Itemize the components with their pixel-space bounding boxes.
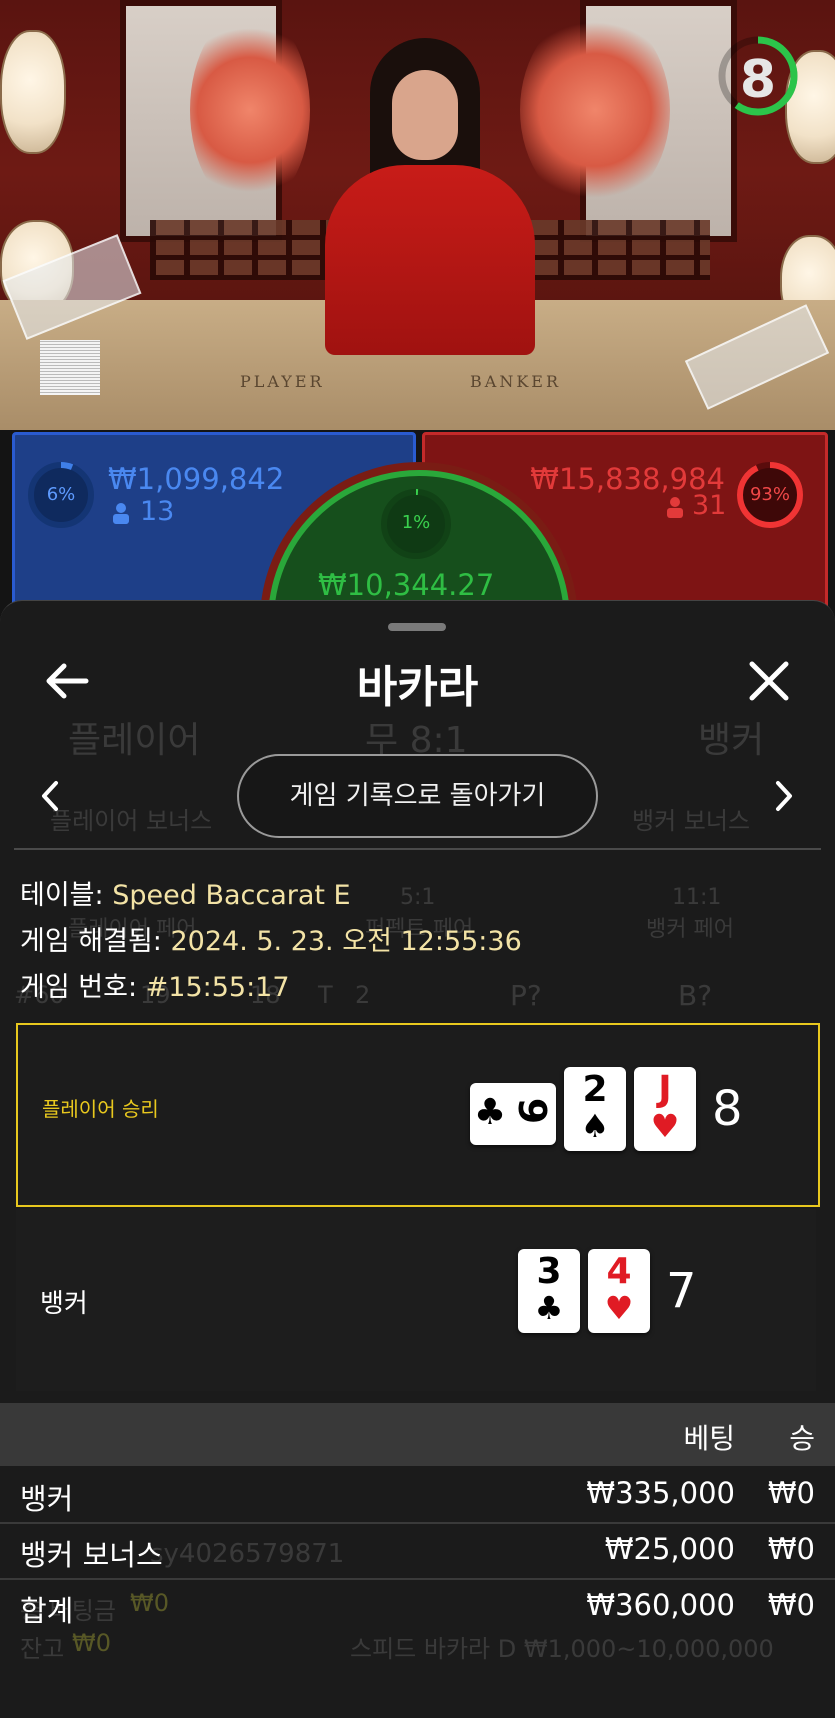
table-banker-text: BANKER	[470, 372, 561, 391]
game-number-value: #15:55:17	[145, 972, 290, 1003]
card-suit: ♥	[604, 1289, 634, 1327]
ghost-balance-label: 잔고	[20, 1635, 65, 1663]
banker-percent: 93%	[749, 484, 790, 505]
resolved-value: 2024. 5. 23. 오전 12:55:36	[170, 926, 522, 957]
win-amount: ₩0	[767, 1588, 815, 1622]
player-percent: 6%	[46, 484, 76, 505]
bet-column-header: 베팅	[683, 1422, 735, 1455]
ghost-table-limit: 스피드 바카라 D ₩1,000~10,000,000	[350, 1635, 774, 1663]
bet-amount: ₩360,000	[586, 1588, 735, 1622]
bet-name: 합계	[20, 1594, 74, 1628]
divider	[14, 848, 821, 850]
card-suit: ♣	[473, 1092, 507, 1133]
banker-card-1: 3 ♣	[518, 1249, 580, 1333]
dealer-face	[392, 70, 458, 160]
card-rank: 2	[582, 1069, 608, 1110]
card-rank: 3	[536, 1251, 562, 1292]
ghost-t-label: T	[318, 981, 333, 1009]
ghost-player: 플레이어	[68, 720, 201, 761]
player-card-1: ♣ 9	[470, 1083, 556, 1145]
table-player-text: PLAYER	[240, 372, 325, 391]
ghost-player-bonus: 플레이어 보너스	[50, 807, 213, 835]
bet-amount: ₩335,000	[586, 1476, 735, 1510]
back-to-history-button[interactable]: 게임 기록으로 돌아가기	[237, 754, 598, 838]
player-bettor-count: 13	[140, 496, 175, 527]
chevron-right-icon[interactable]	[768, 771, 802, 821]
bet-name: 뱅커 보너스	[20, 1538, 163, 1572]
tie-percent: 1%	[401, 512, 431, 533]
ghost-p-predict: P?	[510, 979, 542, 1012]
table-label: 테이블:	[20, 880, 104, 911]
ghost-banker-pair: 뱅커 페어	[646, 917, 734, 942]
card-rank: J	[658, 1069, 672, 1110]
bet-amount: ₩25,000	[604, 1532, 735, 1566]
ghost-banker-pair-odds: 11:1	[672, 885, 722, 910]
card-suit: ♠	[580, 1107, 610, 1145]
player-total-bet: ₩1,099,842	[108, 462, 285, 496]
countdown-value: 8	[739, 50, 777, 110]
resolved-info: 게임 해결됨: 2024. 5. 23. 오전 12:55:36	[20, 919, 522, 958]
player-result-label: 플레이어 승리	[42, 1097, 159, 1121]
bet-name: 뱅커	[20, 1482, 74, 1516]
chevron-left-icon[interactable]	[32, 771, 66, 821]
banker-hand-row: 뱅커 3 ♣ 4 ♥ 7	[16, 1209, 816, 1391]
dealer-body	[325, 165, 535, 355]
player-card-3: J ♥	[634, 1067, 696, 1151]
banker-score: 7	[666, 1263, 697, 1319]
game-number-label: 게임 번호:	[20, 972, 138, 1003]
banker-label: 뱅커	[40, 1289, 88, 1319]
ghost-perfect-odds: 5:1	[400, 885, 436, 910]
player-card-2: 2 ♠	[564, 1067, 626, 1151]
card-stack	[40, 340, 100, 395]
game-detail-sheet: 플레이어 무 8:1 뱅커 플레이어 보너스 뱅커 보너스 5:1 플레이어 페…	[0, 600, 835, 1718]
ghost-b-predict: B?	[678, 979, 713, 1012]
lantern-icon	[0, 30, 66, 154]
close-icon[interactable]	[740, 656, 798, 706]
person-icon	[667, 497, 683, 518]
game-number-info: 게임 번호: #15:55:17	[20, 965, 290, 1004]
ghost-t-count: 2	[355, 981, 371, 1009]
table-row-total: 합계 ₩360,000 ₩0	[0, 1580, 835, 1634]
card-suit: ♣	[534, 1289, 564, 1327]
win-amount: ₩0	[767, 1532, 815, 1566]
banker-card-2: 4 ♥	[588, 1249, 650, 1333]
dealer-video-feed: PLAYER BANKER	[0, 0, 835, 430]
card-rank: 9	[510, 1097, 554, 1125]
bets-table-header: 베팅 승	[0, 1403, 835, 1466]
player-score: 8	[712, 1081, 743, 1137]
card-rank: 4	[606, 1251, 632, 1292]
win-amount: ₩0	[767, 1476, 815, 1510]
tie-total-bet: ₩10,344.27	[318, 568, 495, 602]
win-column-header: 승	[789, 1422, 815, 1455]
drag-handle[interactable]	[388, 623, 446, 631]
table-info: 테이블: Speed Baccarat E	[20, 873, 351, 912]
card-suit: ♥	[650, 1107, 680, 1145]
blossom-left	[190, 10, 310, 210]
player-hand-row: 플레이어 승리 ♣ 9 2 ♠ J ♥ 8	[16, 1023, 820, 1207]
ghost-banker: 뱅커	[698, 720, 765, 761]
banker-bettor-count: 31	[692, 490, 727, 521]
table-value: Speed Baccarat E	[112, 880, 351, 911]
blossom-right	[520, 10, 670, 210]
table-row: 뱅커 보너스 ₩25,000 ₩0	[0, 1524, 835, 1580]
sheet-title: 바카라	[356, 662, 479, 713]
table-row: 뱅커 ₩335,000 ₩0	[0, 1468, 835, 1524]
resolved-label: 게임 해결됨:	[20, 926, 162, 957]
ghost-banker-bonus: 뱅커 보너스	[632, 807, 751, 835]
person-icon	[113, 503, 129, 524]
